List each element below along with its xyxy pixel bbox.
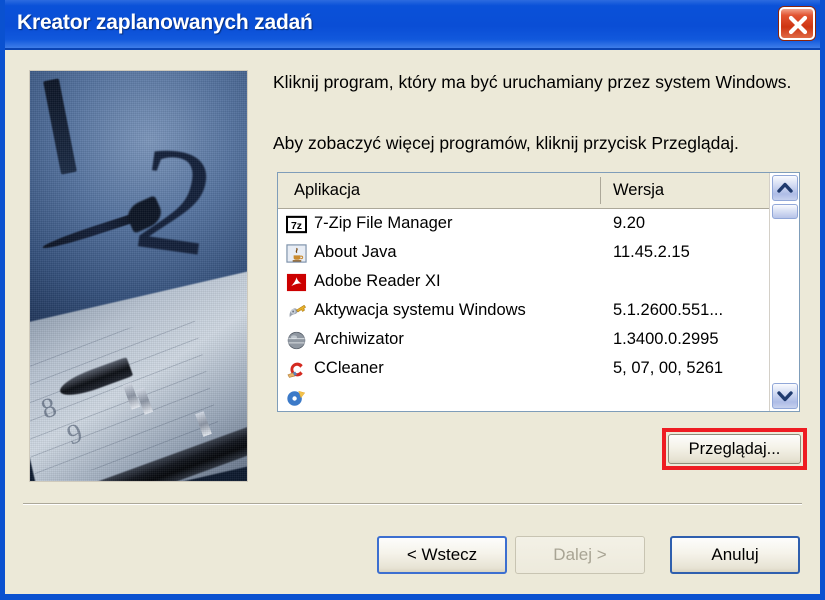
scroll-up-button[interactable] (772, 175, 798, 201)
table-row[interactable]: About Java 11.45.2.15 (278, 239, 799, 268)
browse-button-highlight: Przeglądaj... (662, 428, 807, 470)
sevenzip-icon: 7z (286, 215, 307, 234)
table-row[interactable]: Adobe Reader XI (278, 268, 799, 297)
table-row[interactable]: 7z 7-Zip File Manager 9.20 (278, 210, 799, 239)
column-header-application[interactable]: Aplikacja (294, 181, 360, 200)
cdburner-icon (287, 390, 306, 406)
table-row[interactable]: CCleaner 5, 07, 00, 5261 (278, 355, 799, 384)
close-icon (788, 15, 808, 35)
scroll-down-button[interactable] (772, 383, 798, 409)
cancel-button[interactable]: Anuluj (670, 536, 800, 574)
instruction-line-2: Aby zobaczyć więcej programów, kliknij p… (273, 133, 739, 153)
table-row[interactable]: Aktywacja systemu Windows 5.1.2600.551..… (278, 297, 799, 326)
next-button: Dalej > (515, 536, 645, 574)
wizard-illustration: 2 8 9 (29, 70, 248, 482)
application-name: CCleaner (314, 359, 384, 377)
column-header-version[interactable]: Wersja (613, 181, 664, 200)
scheduled-task-wizard-dialog: Kreator zaplanowanych zadań 2 8 9 Klikni… (0, 0, 825, 600)
chevron-down-icon (777, 391, 793, 402)
title-bar: Kreator zaplanowanych zadań (5, 0, 820, 50)
list-header-row: Aplikacja Wersja (278, 173, 799, 209)
application-version: 5.1.2600.551... (613, 301, 724, 319)
application-name: Adobe Reader XI (314, 272, 441, 290)
application-version: 9.20 (613, 214, 646, 232)
application-list[interactable]: Aplikacja Wersja 7z 7-Zip File Manager 9… (277, 172, 800, 412)
window-title: Kreator zaplanowanych zadań (17, 11, 313, 34)
list-scrollbar[interactable] (769, 173, 799, 411)
adobe-icon (286, 273, 307, 292)
ccleaner-icon (287, 362, 303, 378)
svg-text:7z: 7z (291, 220, 302, 232)
column-divider (600, 177, 601, 204)
table-row[interactable]: Archiwizator 1.3400.0.2995 (278, 326, 799, 355)
application-version: 5, 07, 00, 5261 (613, 359, 724, 377)
application-version: 1.3400.0.2995 (613, 330, 719, 348)
application-name: Archiwizator (314, 330, 404, 348)
chevron-up-icon (777, 182, 793, 193)
application-version: 11.45.2.15 (613, 243, 690, 261)
key-icon (289, 304, 306, 318)
back-button[interactable]: < Wstecz (377, 536, 507, 574)
instruction-line-1: Kliknij program, który ma być uruchamian… (273, 72, 792, 92)
java-icon (286, 244, 307, 263)
list-rows: 7z 7-Zip File Manager 9.20 About Java 11… (278, 210, 799, 411)
application-name: About Java (314, 243, 397, 261)
close-button[interactable] (779, 7, 815, 40)
application-name: Aktywacja systemu Windows (314, 301, 526, 319)
scrollbar-thumb[interactable] (772, 204, 798, 219)
table-row[interactable] (278, 384, 799, 411)
footer-separator (23, 503, 802, 505)
application-name: 7-Zip File Manager (314, 214, 453, 232)
globe-icon (287, 331, 306, 350)
browse-button[interactable]: Przeglądaj... (668, 434, 801, 464)
